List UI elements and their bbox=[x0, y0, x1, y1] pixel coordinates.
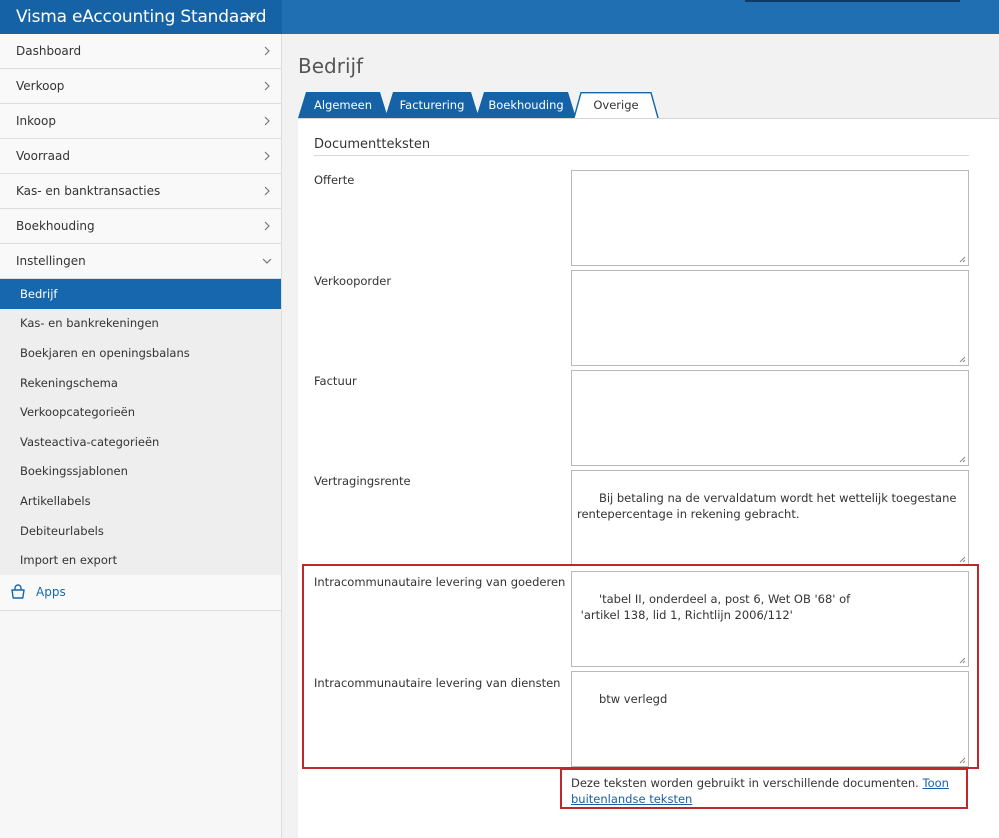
sidebar-item-label: Kas- en banktransacties bbox=[16, 184, 161, 198]
sidebar-subitem-rekeningschema[interactable]: Rekeningschema bbox=[0, 368, 281, 398]
sidebar-item-apps[interactable]: Apps bbox=[0, 574, 281, 611]
chevron-down-icon bbox=[262, 258, 272, 264]
sidebar-item-dashboard[interactable]: Dashboard bbox=[0, 34, 281, 69]
settings-panel: Documentteksten Offerte Verkooporder Fac… bbox=[298, 118, 999, 838]
resize-grip-icon[interactable] bbox=[959, 456, 966, 463]
sidebar-item-label: Dashboard bbox=[16, 44, 82, 58]
sidebar: Dashboard Verkoop Inkoop Voorraad Kas- e… bbox=[0, 34, 282, 838]
highlight-box-ic-fields bbox=[302, 564, 979, 769]
sidebar-item-label: Boekhouding bbox=[16, 219, 95, 233]
tab-boekhouding[interactable]: Boekhouding bbox=[476, 92, 576, 118]
tab-label: Boekhouding bbox=[488, 98, 564, 112]
chevron-right-icon bbox=[264, 221, 270, 231]
sidebar-item-label: Instellingen bbox=[16, 254, 86, 268]
sidebar-subitem-bedrijf[interactable]: Bedrijf bbox=[0, 279, 281, 309]
field-label-vertragingsrente: Vertragingsrente bbox=[314, 474, 411, 488]
page-title: Bedrijf bbox=[298, 54, 364, 78]
sidebar-item-boekhouding[interactable]: Boekhouding bbox=[0, 209, 281, 244]
sidebar-item-label: Inkoop bbox=[16, 114, 56, 128]
resize-grip-icon[interactable] bbox=[959, 356, 966, 363]
vertragingsrente-textarea[interactable]: Bij betaling na de vervaldatum wordt het… bbox=[571, 470, 969, 566]
sidebar-item-label: Apps bbox=[36, 585, 66, 600]
field-label-verkooporder: Verkooporder bbox=[314, 274, 392, 288]
tab-overige[interactable]: Overige bbox=[573, 92, 659, 119]
shopping-basket-icon bbox=[11, 584, 25, 600]
sidebar-item-label: Voorraad bbox=[16, 149, 70, 163]
section-divider bbox=[314, 155, 969, 156]
offerte-textarea[interactable] bbox=[571, 170, 969, 266]
resize-grip-icon[interactable] bbox=[959, 556, 966, 563]
textarea-value: Bij betaling na de vervaldatum wordt het… bbox=[577, 491, 961, 521]
sidebar-item-voorraad[interactable]: Voorraad bbox=[0, 139, 281, 174]
field-label-offerte: Offerte bbox=[314, 173, 355, 187]
sidebar-item-verkoop[interactable]: Verkoop bbox=[0, 69, 281, 104]
sidebar-item-label: Verkoop bbox=[16, 79, 65, 93]
sidebar-subitem-artikellabels[interactable]: Artikellabels bbox=[0, 486, 281, 516]
chevron-right-icon bbox=[264, 81, 270, 91]
factuur-textarea[interactable] bbox=[571, 370, 969, 466]
sidebar-subitem-debiteurlabels[interactable]: Debiteurlabels bbox=[0, 516, 281, 546]
sidebar-item-kas-banktransacties[interactable]: Kas- en banktransacties bbox=[0, 174, 281, 209]
sidebar-subitem-kas-bankrekeningen[interactable]: Kas- en bankrekeningen bbox=[0, 309, 281, 339]
tab-label: Overige bbox=[593, 98, 639, 112]
tab-algemeen[interactable]: Algemeen bbox=[298, 92, 388, 118]
main-content: Bedrijf Algemeen Facturering Boekhouding… bbox=[283, 34, 999, 838]
chevron-right-icon bbox=[264, 116, 270, 126]
sidebar-subitem-vasteactiva-categorieen[interactable]: Vasteactiva-categorieën bbox=[0, 427, 281, 457]
tab-label: Algemeen bbox=[313, 98, 373, 112]
section-title: Documentteksten bbox=[314, 137, 431, 152]
field-label-factuur: Factuur bbox=[314, 374, 357, 388]
sidebar-subitem-verkoopcategorieen[interactable]: Verkoopcategorieën bbox=[0, 397, 281, 427]
chevron-right-icon bbox=[264, 186, 270, 196]
top-bar: Visma eAccounting Standaard bbox=[0, 0, 999, 34]
sidebar-item-inkoop[interactable]: Inkoop bbox=[0, 104, 281, 139]
highlight-box-footnote bbox=[560, 768, 968, 809]
tab-facturering[interactable]: Facturering bbox=[385, 92, 479, 118]
sidebar-subitem-import-export[interactable]: Import en export bbox=[0, 545, 281, 575]
app-title: Visma eAccounting Standaard bbox=[16, 7, 267, 27]
resize-grip-icon[interactable] bbox=[959, 256, 966, 263]
top-strip bbox=[745, 0, 960, 2]
chevron-right-icon bbox=[264, 46, 270, 56]
sidebar-item-instellingen[interactable]: Instellingen bbox=[0, 244, 281, 279]
tab-label: Facturering bbox=[399, 98, 465, 112]
settings-submenu: Bedrijf Kas- en bankrekeningen Boekjaren… bbox=[0, 279, 281, 575]
app-switcher[interactable]: Visma eAccounting Standaard bbox=[0, 0, 282, 34]
sidebar-subitem-boekingssjablonen[interactable]: Boekingssjablonen bbox=[0, 457, 281, 487]
verkooporder-textarea[interactable] bbox=[571, 270, 969, 366]
sidebar-subitem-boekjaren[interactable]: Boekjaren en openingsbalans bbox=[0, 338, 281, 368]
chevron-right-icon bbox=[264, 151, 270, 161]
chevron-down-icon bbox=[246, 14, 256, 20]
